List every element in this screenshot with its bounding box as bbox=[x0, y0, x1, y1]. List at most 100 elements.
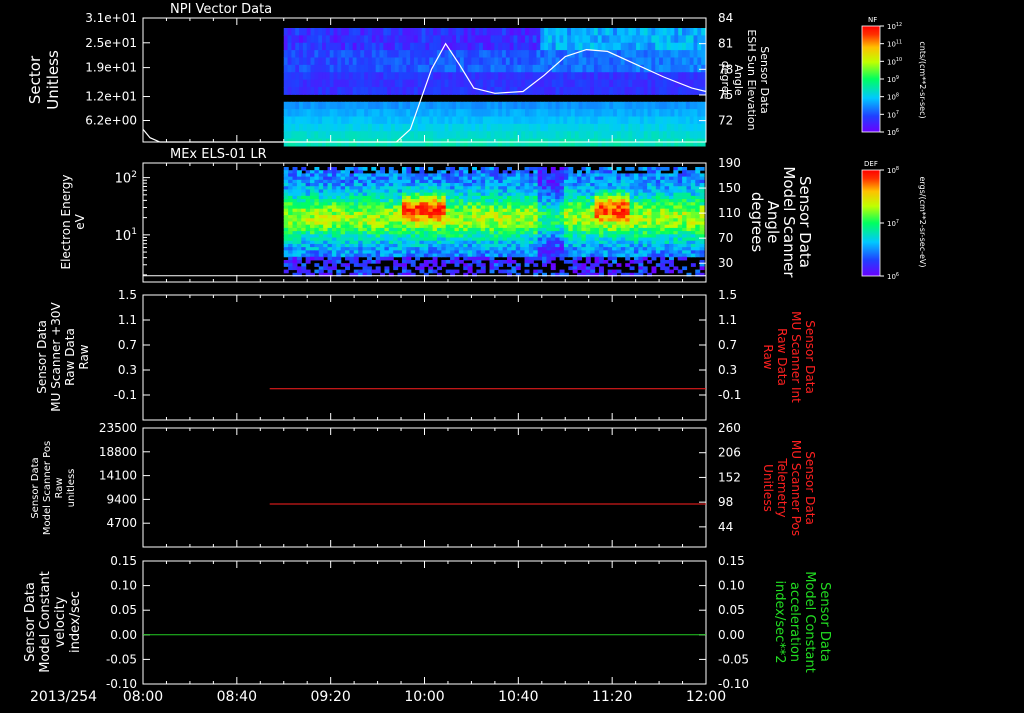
panel1-heat-cell bbox=[575, 139, 579, 147]
panel2-heat-cell bbox=[700, 189, 705, 193]
panel1-heat-cell bbox=[337, 124, 341, 132]
panel2-heat-cell bbox=[441, 180, 446, 184]
panel2-heat-cell bbox=[665, 254, 670, 258]
panel2-heat-cell bbox=[599, 167, 604, 171]
panel2-heat-cell bbox=[695, 270, 700, 274]
panel1-heat-cell bbox=[483, 131, 487, 139]
panel1-heat-cell bbox=[655, 131, 659, 139]
panel2-heat-cell bbox=[389, 180, 394, 184]
panel2-heat-cell bbox=[581, 202, 586, 206]
panel1-heat-cell bbox=[452, 139, 456, 147]
panel2-heat-cell bbox=[446, 189, 451, 193]
panel2-heat-cell bbox=[590, 250, 595, 254]
panel2-heat-cell bbox=[573, 173, 578, 177]
panel2-heat-cell bbox=[367, 234, 372, 238]
panel2-heat-cell bbox=[454, 215, 459, 219]
panel1-heat-cell bbox=[514, 65, 518, 73]
panel2-heat-cell bbox=[529, 244, 534, 248]
panel1-heat-cell bbox=[433, 102, 437, 110]
panel2-heat-cell bbox=[494, 250, 499, 254]
panel2-heat-cell bbox=[647, 170, 652, 174]
panel1-heat-cell bbox=[575, 58, 579, 66]
panel1-heat-cell bbox=[341, 124, 345, 132]
panel2-heat-cell bbox=[643, 266, 648, 270]
panel1-heat-cell bbox=[559, 131, 563, 139]
panel2-heat-cell bbox=[323, 228, 328, 232]
panel2-heat-cell bbox=[630, 228, 635, 232]
panel1-heat-cell bbox=[651, 139, 655, 147]
panel2-heat-cell bbox=[673, 177, 678, 181]
panel1-heat-cell bbox=[605, 124, 609, 132]
panel2-heat-cell bbox=[472, 167, 477, 171]
panel1-heat-cell bbox=[605, 58, 609, 66]
panel1-heat-cell bbox=[364, 117, 368, 125]
panel2-heat-cell bbox=[358, 254, 363, 258]
panel1-heat-cell bbox=[360, 35, 364, 43]
panel1-heat-cell bbox=[671, 131, 675, 139]
panel2-heat-cell bbox=[376, 180, 381, 184]
panel1-heat-cell bbox=[621, 80, 625, 88]
panel2-heat-cell bbox=[529, 257, 534, 261]
panel2-heat-cell bbox=[468, 212, 473, 216]
panel2-heat-cell bbox=[354, 260, 359, 264]
panel1-heat-cell bbox=[314, 117, 318, 125]
panel1-heat-cell bbox=[655, 117, 659, 125]
panel2-heat-cell bbox=[459, 238, 464, 242]
panel2-heat-cell bbox=[489, 260, 494, 264]
panel2-heat-cell bbox=[284, 250, 289, 254]
panel2-heat-cell bbox=[293, 189, 298, 193]
panel2-heat-cell bbox=[625, 241, 630, 245]
panel2-heat-cell bbox=[665, 199, 670, 203]
panel2-heat-cell bbox=[564, 212, 569, 216]
panel2-heat-cell bbox=[568, 215, 573, 219]
panel1-heat-cell bbox=[533, 65, 537, 73]
panel2-heat-cell bbox=[367, 196, 372, 200]
panel1-heat-cell bbox=[559, 65, 563, 73]
panel2-heat-cell bbox=[529, 209, 534, 213]
panel2-heat-cell bbox=[612, 215, 617, 219]
panel1-heat-cell bbox=[456, 109, 460, 117]
panel1-heat-cell bbox=[337, 58, 341, 66]
panel1-heat-cell bbox=[602, 124, 606, 132]
panel1-heat-cell bbox=[690, 35, 694, 43]
panel1-heat-cell bbox=[395, 65, 399, 73]
panel2-heat-cell bbox=[529, 241, 534, 245]
panel2-heat-cell bbox=[590, 270, 595, 274]
panel1-heat-cell bbox=[686, 43, 690, 51]
panel2-heat-cell bbox=[638, 238, 643, 242]
panel1-heat-cell bbox=[563, 35, 567, 43]
panel1-heat-cell bbox=[582, 117, 586, 125]
panel2-heat-cell bbox=[319, 241, 324, 245]
panel1-heat-cell bbox=[345, 72, 349, 80]
panel2-heat-cell bbox=[700, 247, 705, 251]
panel1-heat-cell bbox=[303, 72, 307, 80]
panel1-heat-cell bbox=[372, 58, 376, 66]
panel1-heat-cell bbox=[441, 139, 445, 147]
panel2-heat-cell bbox=[433, 193, 438, 197]
panel1-heat-cell bbox=[651, 124, 655, 132]
panel2-heat-cell bbox=[415, 196, 420, 200]
panel1-heat-cell bbox=[686, 139, 690, 147]
panel1-heat-cell bbox=[330, 117, 334, 125]
panel2-heat-cell bbox=[498, 241, 503, 245]
panel2-heat-cell bbox=[406, 260, 411, 264]
panel2-heat-cell bbox=[441, 209, 446, 213]
panel1-heat-cell bbox=[521, 124, 525, 132]
panel1-heat-cell bbox=[682, 109, 686, 117]
panel2-heat-cell bbox=[341, 247, 346, 251]
panel1-heat-cell bbox=[517, 117, 521, 125]
panel2-heat-cell bbox=[669, 193, 674, 197]
panel2-heat-cell bbox=[546, 212, 551, 216]
panel2-heat-cell bbox=[599, 186, 604, 190]
panel2-heat-cell bbox=[463, 250, 468, 254]
panel1-heat-cell bbox=[479, 35, 483, 43]
panel2-heat-cell bbox=[306, 212, 311, 216]
panel2-heat-cell bbox=[489, 270, 494, 274]
panel2-heat-cell bbox=[573, 199, 578, 203]
panel2-heat-cell bbox=[511, 215, 516, 219]
panel1-heat-cell bbox=[571, 117, 575, 125]
panel1-heat-cell bbox=[468, 43, 472, 51]
panel1-heat-cell bbox=[644, 50, 648, 58]
panel2-heat-cell bbox=[494, 183, 499, 187]
panel2-heat-cell bbox=[695, 241, 700, 245]
